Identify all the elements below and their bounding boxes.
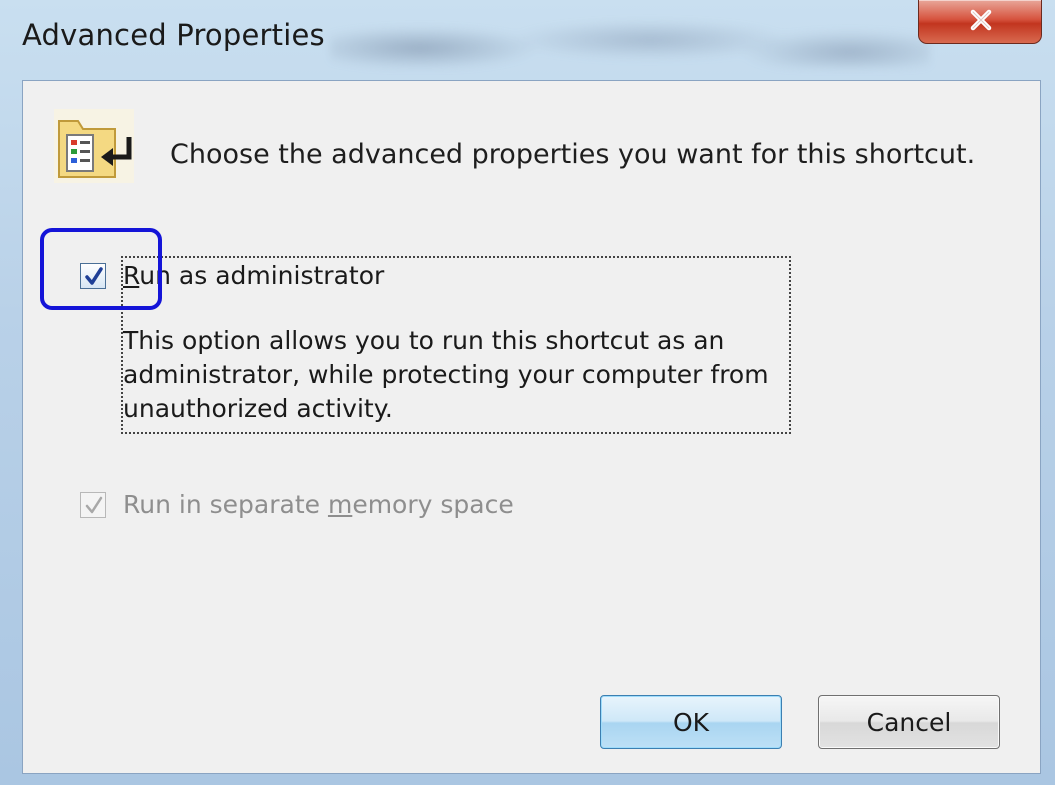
ok-button[interactable]: OK xyxy=(600,695,782,749)
dialog-content: Choose the advanced properties you want … xyxy=(22,80,1041,774)
dialog-window: Advanced Properties Choose the advanced … xyxy=(0,0,1055,785)
run-as-admin-description: This option allows you to run this short… xyxy=(123,326,769,423)
title-bar[interactable]: Advanced Properties xyxy=(0,0,1055,78)
shortcut-properties-icon xyxy=(54,109,134,183)
cancel-button[interactable]: Cancel xyxy=(818,695,1000,749)
separate-memory-label-rest: emory space xyxy=(352,490,514,519)
close-button[interactable] xyxy=(918,0,1042,44)
close-icon xyxy=(970,9,992,31)
header-description: Choose the advanced properties you want … xyxy=(170,139,976,170)
run-as-admin-label-rest: n as administrator xyxy=(155,261,385,290)
checkmark-icon xyxy=(85,496,103,514)
separate-memory-label-pre: Run in separate xyxy=(123,490,328,519)
separate-memory-mnemonic: m xyxy=(327,490,353,519)
annotation-highlight xyxy=(40,228,162,310)
separate-memory-label[interactable]: Run in separate memory space xyxy=(123,490,514,519)
window-title: Advanced Properties xyxy=(22,18,325,52)
run-as-admin-label[interactable]: Run as administrator xyxy=(123,261,384,290)
separate-memory-checkbox[interactable] xyxy=(80,492,106,518)
